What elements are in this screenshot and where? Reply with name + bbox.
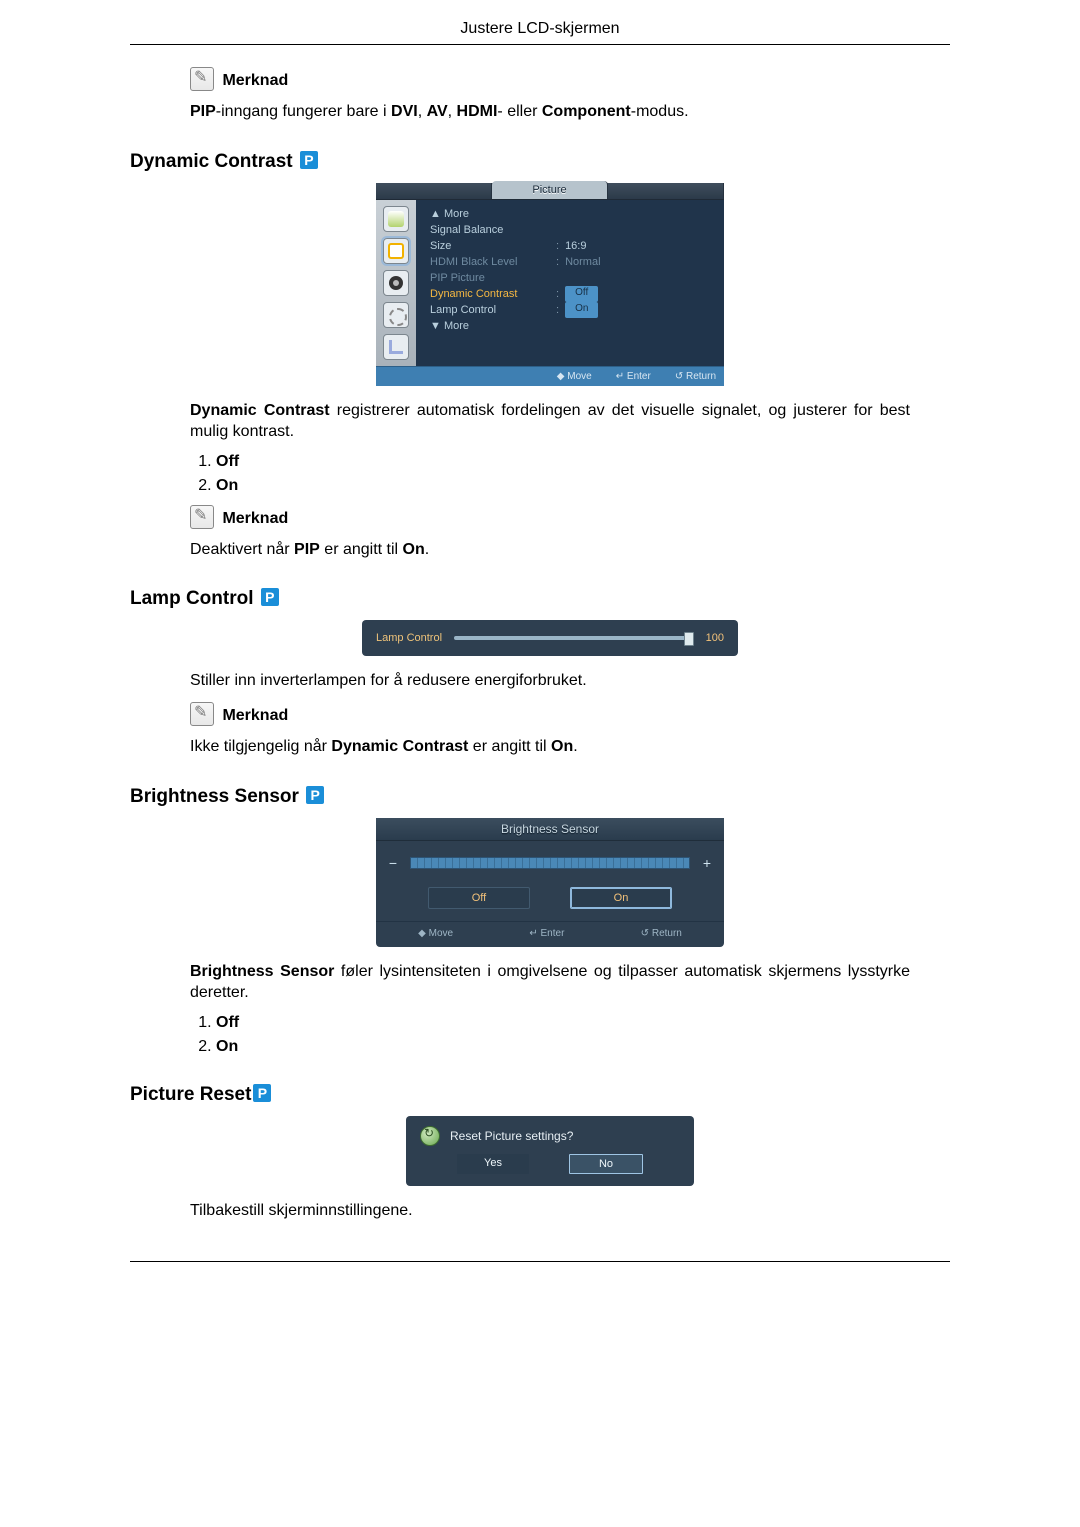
osd-sidebar-icon-3 [383, 270, 409, 296]
bs-description: Brightness Sensor føler lysintensiteten … [190, 961, 910, 1004]
dc-options: Off On [190, 453, 910, 495]
page-header: Justere LCD-skjermen [460, 20, 619, 37]
osd-sidebar-icon-5 [383, 334, 409, 360]
osd-bs-foot-enter: ↵ Enter [529, 928, 564, 939]
intro-note-text: PIP-inngang fungerer bare i DVI, AV, HDM… [190, 101, 910, 123]
osd-pr-question: Reset Picture settings? [450, 1129, 573, 1143]
osd-bs-title: Brightness Sensor [376, 818, 724, 841]
osd-bs-foot-move: ◆ Move [418, 928, 453, 939]
note-label: Merknad [222, 707, 288, 724]
bs-options: Off On [190, 1014, 910, 1056]
osd-dynamic-contrast: Picture ▲ More Signal Balance Size : [376, 183, 724, 386]
reset-icon [420, 1126, 440, 1146]
bs-option-on: On [216, 1038, 910, 1056]
osd-lc-value: 100 [706, 632, 724, 644]
dc-note-text: Deaktivert når PIP er angitt til On. [190, 539, 910, 561]
osd-bs-minus: − [386, 855, 400, 871]
osd-foot-enter: ↵ Enter [616, 371, 651, 382]
osd-more-up: ▲ More [430, 206, 550, 222]
pr-description: Tilbakestill skjerminnstillingene. [190, 1200, 910, 1222]
p-badge-icon: P [306, 786, 324, 804]
osd-pr-yes: Yes [457, 1154, 529, 1174]
osd-bs-off: Off [428, 887, 530, 909]
osd-bs-plus: + [700, 855, 714, 871]
osd-signal-balance: Signal Balance [430, 222, 550, 238]
osd-hdmi-black-value: Normal [565, 254, 600, 270]
lc-note-text: Ikke tilgjengelig når Dynamic Contrast e… [190, 736, 910, 758]
note-icon [190, 505, 214, 529]
osd-size-value: 16:9 [565, 238, 586, 254]
section-brightness-sensor: Brightness Sensor P [130, 786, 910, 808]
osd-lc-thumb [684, 632, 694, 646]
section-picture-reset: Picture ResetP [130, 1084, 910, 1106]
osd-tab-picture: Picture [492, 181, 608, 199]
dc-option-on: On [216, 477, 910, 495]
osd-lc-slider [454, 636, 694, 640]
note-icon [190, 702, 214, 726]
intro-pip: PIP [190, 103, 216, 120]
osd-sidebar-icon-2 [383, 238, 409, 264]
osd-picture-reset: Reset Picture settings? Yes No [406, 1116, 694, 1186]
osd-dyn-contrast-label: Dynamic Contrast [430, 286, 550, 302]
note-icon [190, 67, 214, 91]
osd-sidebar-icon-4 [383, 302, 409, 328]
osd-lamp-control-value: On [565, 302, 598, 318]
osd-brightness-sensor: Brightness Sensor − + Off On ◆ Move ↵ En… [376, 818, 724, 947]
osd-pr-no: No [569, 1154, 643, 1174]
osd-dyn-contrast-value: Off [565, 286, 598, 302]
osd-bs-foot-return: ↺ Return [641, 928, 682, 939]
note-label: Merknad [222, 510, 288, 527]
osd-bs-slider [410, 857, 690, 869]
osd-bs-on: On [570, 887, 672, 909]
p-badge-icon: P [261, 588, 279, 606]
bs-option-off: Off [216, 1014, 910, 1032]
osd-pip-picture: PIP Picture [430, 270, 550, 286]
osd-lamp-control: Lamp Control 100 [362, 620, 738, 656]
osd-lamp-control-label: Lamp Control [430, 302, 550, 318]
section-dynamic-contrast: Dynamic Contrast P [130, 151, 910, 173]
osd-lc-label: Lamp Control [376, 632, 442, 644]
dc-description: Dynamic Contrast registrerer automatisk … [190, 400, 910, 443]
osd-sidebar-icon-1 [383, 206, 409, 232]
osd-foot-return: ↺ Return [675, 371, 716, 382]
osd-sidebar [376, 200, 416, 366]
p-badge-icon: P [253, 1084, 271, 1102]
osd-size-label: Size [430, 238, 550, 254]
section-lamp-control: Lamp Control P [130, 588, 910, 610]
osd-more-down: ▼ More [430, 318, 550, 334]
dc-option-off: Off [216, 453, 910, 471]
note-label: Merknad [222, 72, 288, 89]
osd-foot-move: ◆ Move [557, 371, 592, 382]
osd-hdmi-black-label: HDMI Black Level [430, 254, 550, 270]
p-badge-icon: P [300, 151, 318, 169]
lc-description: Stiller inn inverterlampen for å reduser… [190, 670, 910, 692]
